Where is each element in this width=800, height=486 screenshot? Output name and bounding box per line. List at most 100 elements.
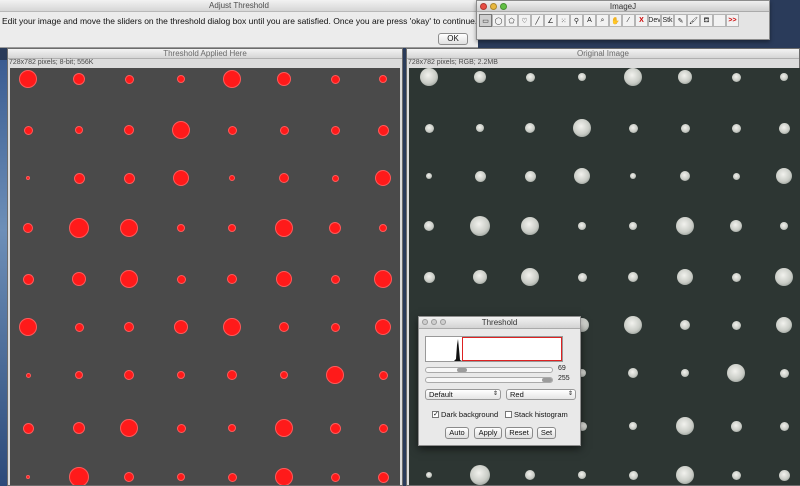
- minimize-icon[interactable]: [431, 319, 437, 325]
- original-spot: [779, 421, 789, 431]
- min-slider-knob[interactable]: [457, 368, 468, 372]
- close-icon[interactable]: [422, 319, 428, 325]
- magnifier-icon[interactable]: ⌕: [596, 14, 609, 27]
- freehand-icon[interactable]: ♡: [518, 14, 531, 27]
- original-spot: [680, 123, 690, 133]
- threshold-spot: [229, 175, 235, 181]
- threshold-spot: [177, 224, 185, 232]
- more-tools-icon[interactable]: >>: [726, 14, 739, 27]
- angle-icon[interactable]: ∠: [544, 14, 557, 27]
- left-window-title[interactable]: Threshold Applied Here: [8, 49, 402, 59]
- threshold-spot: [228, 424, 236, 432]
- threshold-spot: [330, 322, 340, 332]
- macro-x-icon[interactable]: X: [635, 14, 648, 27]
- polygon-icon[interactable]: ⬠: [505, 14, 518, 27]
- original-spot: [730, 420, 742, 432]
- set-button[interactable]: Set: [537, 427, 556, 439]
- display-select[interactable]: Red ⇕: [506, 389, 576, 400]
- method-select[interactable]: Default ⇕: [425, 389, 501, 400]
- close-icon[interactable]: [480, 3, 487, 10]
- threshold-spot: [275, 468, 293, 485]
- threshold-spot: [374, 270, 392, 288]
- oval-icon[interactable]: ◯: [492, 14, 505, 27]
- original-spot: [474, 170, 486, 182]
- dark-background-label: Dark background: [441, 410, 499, 419]
- rectangle-icon[interactable]: ▭: [479, 14, 492, 27]
- threshold-spot: [275, 219, 293, 237]
- original-spot: [731, 320, 741, 330]
- zoom-icon[interactable]: [500, 3, 507, 10]
- threshold-dialog: Threshold 69 255 Default ⇕ Red ⇕ ✓ Dark …: [418, 316, 581, 446]
- threshold-spot: [280, 371, 288, 379]
- original-spot: [680, 171, 690, 181]
- threshold-spot: [330, 274, 340, 284]
- original-spot: [780, 222, 788, 230]
- original-spot: [628, 470, 638, 480]
- original-spot: [574, 168, 590, 184]
- original-spot: [577, 272, 587, 282]
- max-slider-knob[interactable]: [542, 378, 552, 382]
- threshold-spot: [329, 422, 341, 434]
- reset-button[interactable]: Reset: [505, 427, 533, 439]
- max-threshold-value: 255: [558, 375, 570, 382]
- threshold-spot: [172, 121, 190, 139]
- auto-button[interactable]: Auto: [445, 427, 469, 439]
- checkbox-checked-icon: ✓: [432, 411, 439, 418]
- line-icon[interactable]: ╱: [531, 14, 544, 27]
- pencil-icon[interactable]: ✎: [674, 14, 687, 27]
- threshold-spot: [279, 322, 289, 332]
- original-spot: [578, 222, 586, 230]
- min-threshold-slider[interactable]: [425, 367, 553, 373]
- checkbox-unchecked-icon: [505, 411, 512, 418]
- original-spot: [732, 172, 740, 180]
- imagej-toolbar-window: ImageJ ▭ ◯ ⬠ ♡ ╱ ∠ ⁙ ⚲ A ⌕ ✋ ⁄ X Dev Stk…: [476, 0, 770, 40]
- original-spot: [525, 123, 535, 133]
- dev-icon[interactable]: Dev: [648, 14, 661, 27]
- ok-button[interactable]: OK: [438, 33, 468, 45]
- flood-fill-icon[interactable]: ⛾: [700, 14, 713, 27]
- apply-button[interactable]: Apply: [474, 427, 502, 439]
- wand-icon[interactable]: ⚲: [570, 14, 583, 27]
- original-spot: [521, 217, 539, 235]
- threshold-spot: [279, 173, 289, 183]
- threshold-title-bar[interactable]: Threshold: [419, 317, 580, 329]
- threshold-spot: [26, 475, 30, 479]
- imagej-title: ImageJ: [609, 2, 637, 11]
- original-spot: [628, 123, 638, 133]
- max-threshold-slider[interactable]: [425, 377, 553, 383]
- original-spot: [420, 68, 438, 86]
- original-spot: [779, 368, 789, 378]
- dark-background-checkbox[interactable]: ✓ Dark background: [432, 410, 498, 419]
- imagej-title-bar[interactable]: ImageJ: [477, 1, 769, 12]
- stack-histogram-checkbox[interactable]: Stack histogram: [505, 410, 568, 419]
- text-icon[interactable]: A: [583, 14, 596, 27]
- threshold-spot: [23, 125, 33, 135]
- right-window-title[interactable]: Original Image: [407, 49, 799, 59]
- dropper-icon[interactable]: ⁄: [622, 14, 635, 27]
- threshold-spot: [19, 70, 37, 88]
- threshold-spot: [75, 371, 83, 379]
- original-spot: [731, 72, 741, 82]
- point-icon[interactable]: ⁙: [557, 14, 570, 27]
- original-spot: [676, 466, 694, 484]
- stk-icon[interactable]: Stk: [661, 14, 674, 27]
- threshold-spot: [173, 170, 189, 186]
- original-spot: [730, 220, 742, 232]
- minimize-icon[interactable]: [490, 3, 497, 10]
- threshold-spot: [73, 172, 85, 184]
- threshold-spot: [223, 318, 241, 336]
- threshold-spot: [23, 223, 33, 233]
- original-spot: [628, 368, 638, 378]
- original-spot: [624, 316, 642, 334]
- threshold-spot: [22, 422, 34, 434]
- thresholded-image-canvas[interactable]: [10, 68, 400, 485]
- zoom-icon[interactable]: [440, 319, 446, 325]
- hand-icon[interactable]: ✋: [609, 14, 622, 27]
- brush-icon[interactable]: 🖌: [687, 14, 700, 27]
- select-arrows-icon: ⇕: [567, 391, 573, 397]
- empty-tool-slot[interactable]: [713, 14, 726, 27]
- threshold-spot: [124, 322, 134, 332]
- original-spot: [776, 317, 792, 333]
- threshold-spot: [377, 124, 389, 136]
- threshold-spot: [75, 126, 83, 134]
